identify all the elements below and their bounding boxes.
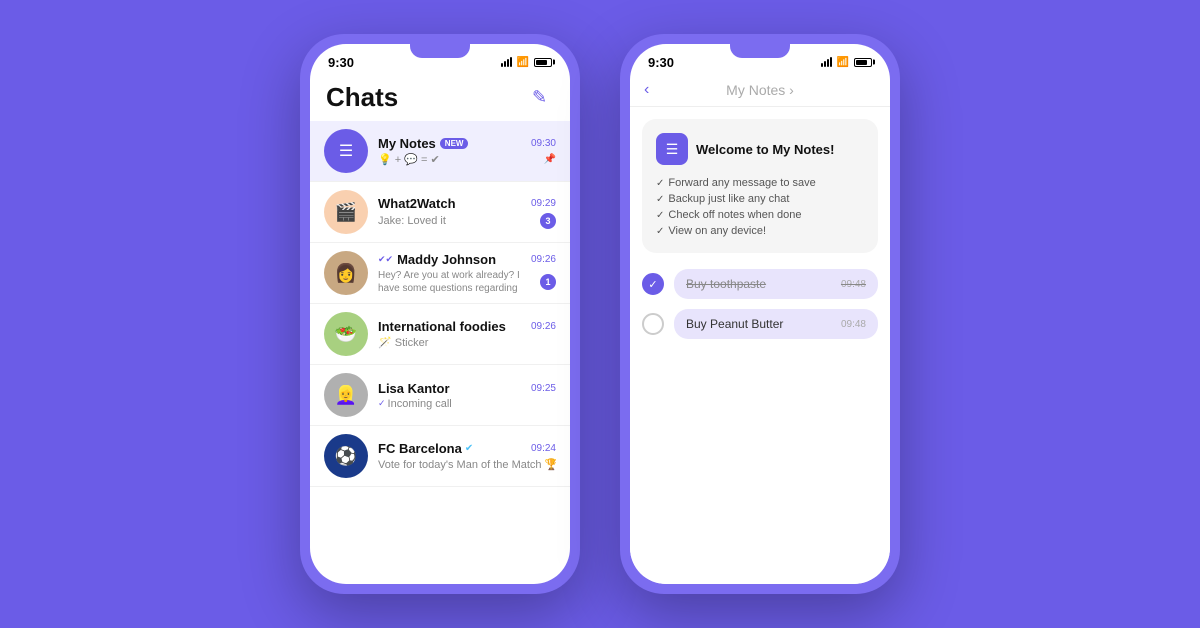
pin-icon: 📌 xyxy=(544,154,556,165)
welcome-avatar-icon: ☰ xyxy=(656,133,688,165)
chat-preview-maddy: Hey? Are you at work already? I have som… xyxy=(378,269,540,295)
double-check-icon: ✔✔ xyxy=(378,254,393,265)
chat-item-lisa[interactable]: 👱‍♀️ Lisa Kantor 09:25 ✓ Incoming call xyxy=(310,365,570,426)
welcome-list-item-4: View on any device! xyxy=(656,223,864,239)
unread-badge-what2watch: 3 xyxy=(540,213,556,229)
chat-name-lisa: Lisa Kantor xyxy=(378,381,450,396)
verified-icon-fcb: ✔ xyxy=(465,443,473,454)
chat-preview-fcb: Vote for today's Man of the Match 🏆 xyxy=(378,458,556,471)
notes-content: ☰ Welcome to My Notes! Forward any messa… xyxy=(630,107,890,584)
chat-preview-lisa: ✓ Incoming call xyxy=(378,398,556,410)
status-icons-right: 📶 xyxy=(821,57,872,68)
wifi-icon: 📶 xyxy=(517,57,529,68)
todo-item-1[interactable]: ✓ Buy toothpaste 09:48 xyxy=(642,269,878,299)
chat-info-lisa: Lisa Kantor 09:25 ✓ Incoming call xyxy=(378,381,556,410)
chat-info-my-notes: My Notes NEW 09:30 💡 + 💬 = ✔ 📌 xyxy=(378,136,556,166)
chat-name-my-notes: My Notes NEW xyxy=(378,136,468,151)
welcome-list-item-1: Forward any message to save xyxy=(656,175,864,191)
welcome-list-item-2: Backup just like any chat xyxy=(656,191,864,207)
chat-time-what2watch: 09:29 xyxy=(531,198,556,209)
avatar-fcb: ⚽ xyxy=(324,434,368,478)
chat-info-fcb: FC Barcelona ✔ 09:24 Vote for today's Ma… xyxy=(378,441,556,471)
chat-name-maddy: Maddy Johnson xyxy=(397,252,496,267)
right-phone: 9:30 📶 ‹ My Notes › xyxy=(620,34,900,594)
chat-list: ☰ My Notes NEW 09:30 💡 + 💬 = ✔ 📌 xyxy=(310,121,570,584)
chat-preview-foodies: 🪄 Sticker xyxy=(378,336,556,349)
todo-check-2[interactable] xyxy=(642,313,664,335)
chat-time-maddy: 09:26 xyxy=(531,254,556,265)
chat-item-what2watch[interactable]: 🎬 What2Watch 09:29 Jake: Loved it 3 xyxy=(310,182,570,243)
chats-title: Chats xyxy=(326,82,398,113)
avatar-lisa: 👱‍♀️ xyxy=(324,373,368,417)
avatar-maddy: 👩 xyxy=(324,251,368,295)
todo-bubble-2: Buy Peanut Butter 09:48 xyxy=(674,309,878,339)
welcome-list: Forward any message to save Backup just … xyxy=(656,175,864,239)
welcome-card: ☰ Welcome to My Notes! Forward any messa… xyxy=(642,119,878,253)
notes-chevron: › xyxy=(789,82,794,98)
chat-time-my-notes: 09:30 xyxy=(531,138,556,149)
welcome-card-header: ☰ Welcome to My Notes! xyxy=(656,133,864,165)
todo-time-2: 09:48 xyxy=(841,319,866,330)
chat-item-maddy[interactable]: 👩 ✔✔ Maddy Johnson 09:26 Hey? Are you at… xyxy=(310,243,570,304)
notch xyxy=(400,44,480,66)
chat-item-my-notes[interactable]: ☰ My Notes NEW 09:30 💡 + 💬 = ✔ 📌 xyxy=(310,121,570,182)
chat-time-fcb: 09:24 xyxy=(531,443,556,454)
avatar-foodies: 🥗 xyxy=(324,312,368,356)
chat-name-what2watch: What2Watch xyxy=(378,196,456,211)
avatar-my-notes: ☰ xyxy=(324,129,368,173)
unread-badge-maddy: 1 xyxy=(540,274,556,290)
avatar-what2watch: 🎬 xyxy=(324,190,368,234)
chat-preview-what2watch: Jake: Loved it xyxy=(378,215,446,227)
battery-icon-right xyxy=(854,58,872,67)
chat-time-foodies: 09:26 xyxy=(531,321,556,332)
chats-header: Chats ✎ xyxy=(310,76,570,121)
todo-text-1: Buy toothpaste xyxy=(686,277,766,291)
new-badge: NEW xyxy=(440,138,469,149)
todo-bubble-1: Buy toothpaste 09:48 xyxy=(674,269,878,299)
chat-info-what2watch: What2Watch 09:29 Jake: Loved it 3 xyxy=(378,196,556,229)
back-button[interactable]: ‹ xyxy=(644,81,649,99)
check-icon-lisa: ✓ xyxy=(378,398,386,409)
chat-info-foodies: International foodies 09:26 🪄 Sticker xyxy=(378,319,556,349)
chat-item-fcb[interactable]: ⚽ FC Barcelona ✔ 09:24 Vote for today's … xyxy=(310,426,570,487)
welcome-list-item-3: Check off notes when done xyxy=(656,207,864,223)
chat-preview-my-notes: 💡 + 💬 = ✔ 📌 xyxy=(378,153,556,166)
battery-icon xyxy=(534,58,552,67)
compose-button[interactable]: ✎ xyxy=(532,87,554,109)
todo-check-1[interactable]: ✓ xyxy=(642,273,664,295)
status-icons-left: 📶 xyxy=(501,57,552,68)
status-time-left: 9:30 xyxy=(328,55,354,70)
left-phone: 9:30 📶 Chats ✎ xyxy=(300,34,580,594)
welcome-card-title: Welcome to My Notes! xyxy=(696,142,834,157)
status-time-right: 9:30 xyxy=(648,55,674,70)
chat-time-lisa: 09:25 xyxy=(531,383,556,394)
todo-text-2: Buy Peanut Butter xyxy=(686,317,783,331)
chat-info-maddy: ✔✔ Maddy Johnson 09:26 Hey? Are you at w… xyxy=(378,252,556,295)
notes-title: My Notes › xyxy=(726,82,794,98)
signal-icon xyxy=(501,57,512,67)
signal-icon-right xyxy=(821,57,832,67)
wifi-icon-right: 📶 xyxy=(837,57,849,68)
todo-item-2[interactable]: Buy Peanut Butter 09:48 xyxy=(642,309,878,339)
notes-header: ‹ My Notes › xyxy=(630,76,890,107)
todo-time-1: 09:48 xyxy=(841,279,866,290)
chat-name-foodies: International foodies xyxy=(378,319,506,334)
notch-right xyxy=(720,44,800,66)
chat-item-foodies[interactable]: 🥗 International foodies 09:26 🪄 Sticker xyxy=(310,304,570,365)
chat-name-fcb: FC Barcelona xyxy=(378,441,462,456)
